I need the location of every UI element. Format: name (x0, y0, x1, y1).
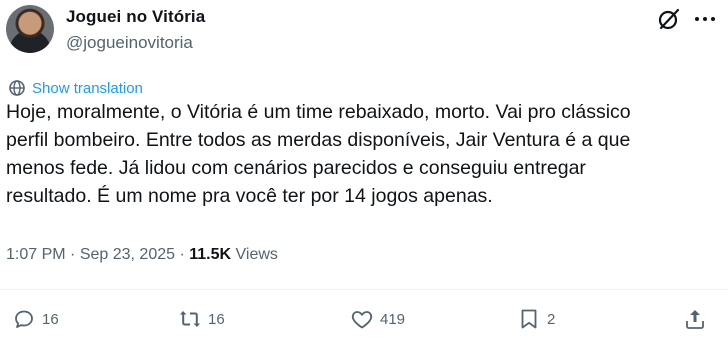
show-translation-button[interactable]: Show translation (8, 78, 143, 98)
tweet-text-line: resultado. É um nome pra você ter por 14… (6, 185, 493, 207)
tweet-text-line: Hoje, moralmente, o Vitória é um time re… (6, 101, 631, 123)
like-count: 419 (380, 310, 406, 328)
reply-count: 16 (42, 310, 59, 328)
views-label: Views (235, 246, 278, 263)
more-icon[interactable] (693, 8, 717, 30)
tweet-meta: 1:07 PM · Sep 23, 2025 · 11.5K Views (6, 246, 278, 264)
show-translation-label: Show translation (32, 79, 143, 97)
reply-button[interactable]: 16 (12, 305, 59, 333)
tweet-text-line: menos fede. Já lidou com cenários pareci… (6, 157, 586, 179)
divider (0, 289, 728, 290)
like-button[interactable]: 419 (350, 305, 405, 333)
tweet-time[interactable]: 1:07 PM (6, 246, 66, 263)
bookmark-button[interactable]: 2 (517, 305, 555, 333)
heart-icon (351, 311, 373, 329)
share-button[interactable] (683, 305, 707, 333)
globe-icon (9, 80, 25, 96)
bookmark-count: 2 (547, 310, 556, 328)
meta-separator: · (179, 246, 185, 263)
repost-count: 16 (208, 310, 225, 328)
tweet-date[interactable]: Sep 23, 2025 (80, 246, 175, 263)
bookmark-icon (521, 309, 537, 329)
repost-button[interactable]: 16 (178, 305, 225, 333)
tweet-text: Hoje, moralmente, o Vitória é um time re… (6, 98, 718, 210)
repost-icon (180, 311, 200, 327)
avatar[interactable] (6, 5, 54, 53)
meta-separator: · (70, 246, 76, 263)
author-display-name[interactable]: Joguei no Vitória (66, 7, 205, 27)
author-handle[interactable]: @jogueinovitoria (66, 33, 193, 53)
grok-icon[interactable] (656, 6, 682, 32)
views-count[interactable]: 11.5K (189, 246, 231, 263)
tweet-text-line: perfil bombeiro. Entre todos as merdas d… (6, 129, 631, 151)
reply-icon (15, 310, 33, 328)
share-icon (686, 310, 704, 329)
